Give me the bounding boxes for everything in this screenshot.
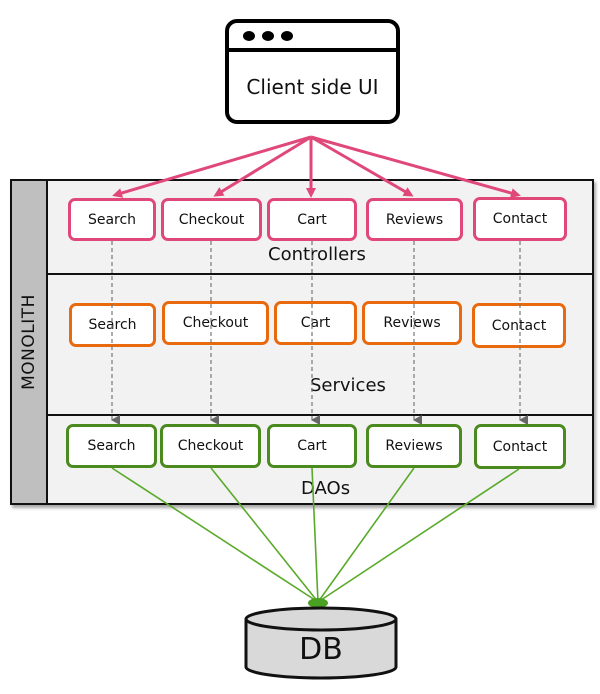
- arrow-to-controller-reviews: [310, 135, 414, 197]
- db-link-search: [111, 467, 319, 603]
- controller-to-dao-arrows: [111, 241, 528, 425]
- db-link-checkout: [210, 467, 319, 603]
- db-link-cart: [311, 467, 319, 603]
- architecture-diagram: Client side UI MONOLITH Controllers Serv…: [0, 0, 600, 694]
- db-label: DB: [299, 632, 343, 667]
- dao-to-db-links: [111, 467, 520, 603]
- connectors-layer: [111, 135, 528, 680]
- db-link-junction: [308, 598, 328, 608]
- arrow-to-controller-contact: [310, 135, 521, 198]
- arrow-to-controller-checkout: [213, 135, 312, 197]
- arrow-to-controller-search: [112, 135, 312, 198]
- db-link-reviews: [317, 467, 415, 603]
- db-link-contact: [317, 468, 520, 603]
- client-to-controller-arrows: [112, 135, 521, 198]
